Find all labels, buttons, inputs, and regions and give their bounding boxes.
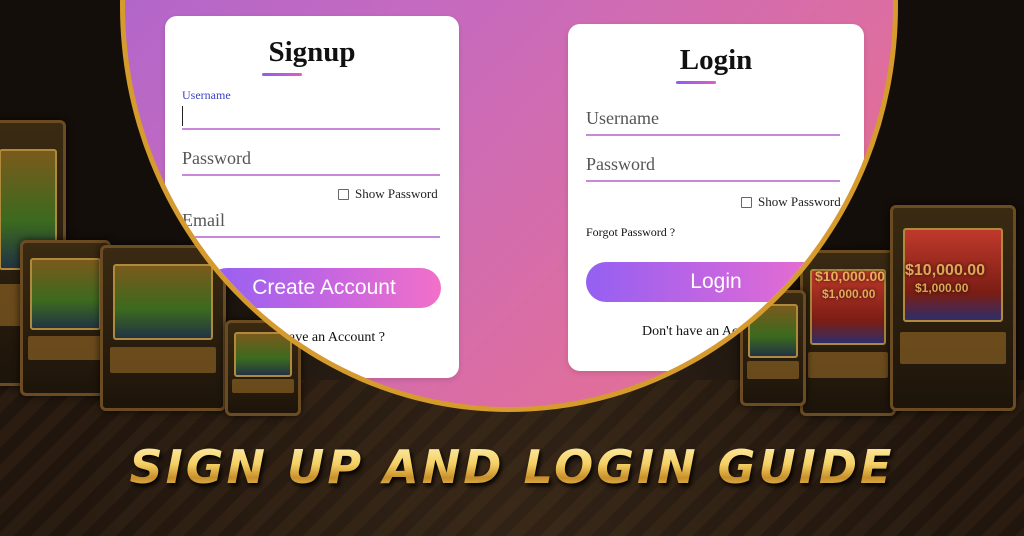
- signup-show-password[interactable]: Show Password: [338, 186, 438, 202]
- login-button[interactable]: Login: [586, 262, 846, 302]
- login-footer-link[interactable]: Don't have an Acco: [642, 324, 751, 340]
- create-account-button[interactable]: Create Account: [207, 268, 441, 308]
- forgot-password-link[interactable]: Forgot Password ?: [586, 225, 675, 240]
- signup-password-field[interactable]: Password: [182, 146, 440, 176]
- slot-machine: [20, 240, 111, 396]
- signup-username-input[interactable]: [182, 100, 440, 128]
- login-username-placeholder: Username: [586, 108, 659, 128]
- login-password-placeholder: Password: [586, 154, 656, 174]
- show-password-checkbox[interactable]: [741, 196, 752, 208]
- signup-username-field[interactable]: [182, 100, 440, 130]
- guide-banner-title: SIGN UP AND LOGIN GUIDE: [0, 440, 1024, 494]
- slot-machine: [890, 205, 1016, 411]
- jackpot-amount: $1,000.00: [915, 281, 969, 295]
- highlight-circle: Signup Username Password Show Password E…: [120, 0, 898, 412]
- show-password-checkbox[interactable]: [338, 188, 349, 200]
- heading-underline: [262, 73, 302, 76]
- signup-email-field[interactable]: Email: [182, 208, 440, 238]
- heading-underline: [676, 81, 716, 84]
- login-card: Login Username Password Show Password Fo…: [568, 24, 864, 371]
- signup-footer-link[interactable]: have an Account ?: [282, 330, 385, 346]
- login-username-field[interactable]: Username: [586, 106, 840, 136]
- jackpot-amount: $10,000.00: [905, 262, 986, 279]
- show-password-label: Show Password: [355, 186, 438, 201]
- signup-email-placeholder: Email: [182, 210, 225, 230]
- login-heading: Login: [679, 44, 753, 76]
- signup-password-placeholder: Password: [182, 148, 252, 168]
- login-password-field[interactable]: Password: [586, 152, 840, 182]
- login-show-password[interactable]: Show Password: [741, 194, 841, 210]
- show-password-label: Show Password: [758, 194, 841, 209]
- signup-card: Signup Username Password Show Password E…: [165, 16, 459, 378]
- signup-heading: Signup: [268, 36, 356, 68]
